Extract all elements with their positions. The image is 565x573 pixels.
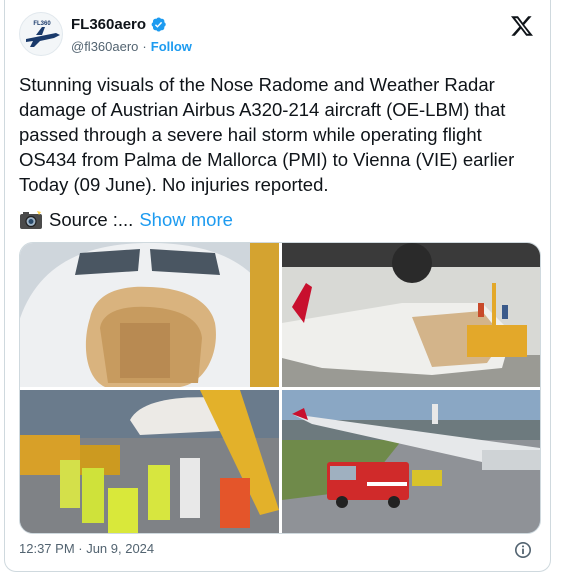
- photo-fire-truck[interactable]: [282, 390, 540, 533]
- tweet-card: FL360 FL360aero @fl360aero · Follow Stun…: [4, 0, 551, 572]
- airplane-logo-icon: FL360: [26, 21, 60, 47]
- source-label: Source :...: [49, 209, 134, 230]
- photo-ground-crew[interactable]: [20, 390, 279, 533]
- timestamp[interactable]: 12:37 PM · Jun 9, 2024: [19, 541, 154, 556]
- name-row: FL360aero: [71, 16, 167, 33]
- handle-row: @fl360aero · Follow: [71, 39, 192, 54]
- photo-damaged-nose[interactable]: [20, 243, 279, 387]
- camera-flash-icon: [20, 210, 42, 229]
- photo-aircraft-front[interactable]: [282, 243, 540, 387]
- x-logo-icon[interactable]: [510, 14, 534, 38]
- separator: ·: [142, 39, 147, 54]
- info-icon[interactable]: [514, 541, 532, 559]
- source-row: Source :... Show more: [19, 207, 233, 232]
- damaged-nose-image: [20, 243, 279, 387]
- avatar-text: FL360: [33, 21, 51, 27]
- tweet-text: Stunning visuals of the Nose Radome and …: [19, 74, 520, 195]
- show-more-link[interactable]: Show more: [139, 207, 233, 232]
- verified-badge-icon: [151, 17, 166, 32]
- media-grid: [19, 242, 541, 534]
- fire-truck-image: [282, 390, 540, 533]
- tweet-header: FL360 FL360aero @fl360aero · Follow: [19, 12, 536, 60]
- handle[interactable]: @fl360aero: [71, 39, 138, 54]
- follow-button[interactable]: Follow: [151, 39, 192, 54]
- display-name[interactable]: FL360aero: [71, 16, 146, 33]
- avatar[interactable]: FL360: [19, 12, 63, 56]
- ground-crew-image: [20, 390, 279, 533]
- aircraft-front-image: [282, 243, 540, 387]
